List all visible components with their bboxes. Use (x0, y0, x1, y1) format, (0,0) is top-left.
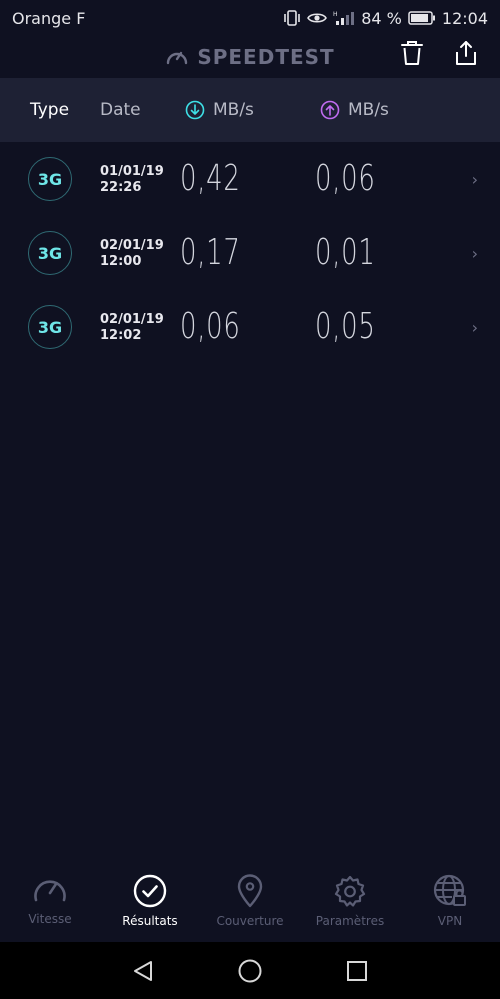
speedometer-icon (34, 880, 66, 902)
carrier-label: Orange F (12, 8, 86, 28)
network-type-badge: 3G (28, 157, 72, 201)
column-header: Type Date MB/s MB/s (0, 78, 500, 142)
results-list: 3G 01/01/19 22:26 0,42 0,06 › 3G 02/01/1… (0, 142, 500, 364)
system-nav-bar (0, 942, 500, 999)
location-pin-icon (237, 874, 263, 908)
brand-name: SPEEDTEST (197, 45, 335, 69)
result-datetime: 01/01/19 22:26 (100, 164, 164, 196)
result-date: 02/01/19 (100, 238, 164, 253)
upload-arrow-icon (320, 100, 340, 120)
column-download-label: MB/s (213, 100, 254, 120)
column-upload-label: MB/s (348, 100, 389, 120)
nav-item-vpn[interactable]: VPN (400, 862, 500, 942)
trash-icon[interactable] (400, 40, 424, 66)
column-upload[interactable]: MB/s (320, 100, 389, 120)
result-datetime: 02/01/19 12:02 (100, 312, 164, 344)
result-time: 12:02 (100, 328, 142, 343)
battery-icon (408, 11, 435, 25)
nav-label: Couverture (216, 914, 284, 928)
chevron-right-icon: › (471, 170, 478, 189)
download-speed: 0,42 (180, 158, 241, 199)
speedometer-icon (167, 51, 188, 65)
check-circle-icon (133, 874, 167, 908)
status-icons: H 84 % 12:04 (283, 9, 488, 28)
download-speed: 0,06 (180, 306, 241, 347)
signal-icon: H (333, 11, 355, 25)
nav-label: Paramètres (315, 914, 385, 928)
nav-item-couverture[interactable]: Couverture (200, 862, 300, 942)
clock: 12:04 (441, 8, 488, 28)
chevron-right-icon: › (471, 244, 478, 263)
recents-icon[interactable] (345, 959, 369, 983)
result-datetime: 02/01/19 12:00 (100, 238, 164, 270)
brand-logo: SPEEDTEST (165, 45, 334, 69)
nav-item-resultats[interactable]: Résultats (100, 862, 200, 942)
home-icon[interactable] (237, 958, 263, 984)
column-type[interactable]: Type (30, 100, 69, 120)
nav-item-vitesse[interactable]: Vitesse (0, 862, 100, 942)
nav-item-parametres[interactable]: Paramètres (300, 862, 400, 942)
column-date[interactable]: Date (100, 100, 141, 120)
result-row[interactable]: 3G 02/01/19 12:02 0,06 0,05 › (0, 290, 500, 364)
svg-text:H: H (333, 11, 338, 18)
chevron-right-icon: › (471, 318, 478, 337)
network-type-badge: 3G (28, 305, 72, 349)
column-download[interactable]: MB/s (185, 100, 254, 120)
gear-icon (334, 875, 366, 907)
result-date: 01/01/19 (100, 164, 164, 179)
status-bar: Orange F H 84 % 12:04 (0, 0, 500, 36)
upload-speed: 0,05 (315, 306, 376, 347)
eye-icon (307, 13, 328, 23)
app-header: SPEEDTEST (0, 36, 500, 78)
back-icon[interactable] (131, 959, 155, 983)
share-icon[interactable] (454, 40, 478, 66)
result-time: 12:00 (100, 254, 142, 269)
nav-label: VPN (437, 914, 463, 928)
nav-label: Vitesse (28, 912, 72, 926)
result-row[interactable]: 3G 01/01/19 22:26 0,42 0,06 › (0, 142, 500, 216)
bottom-nav: Vitesse Résultats Couverture Paramètres … (0, 862, 500, 942)
upload-speed: 0,01 (315, 232, 376, 273)
result-row[interactable]: 3G 02/01/19 12:00 0,17 0,01 › (0, 216, 500, 290)
result-date: 02/01/19 (100, 312, 164, 327)
download-speed: 0,17 (180, 232, 241, 273)
battery-percent: 84 % (361, 8, 402, 28)
vibrate-icon (284, 10, 301, 26)
network-type-badge: 3G (28, 231, 72, 275)
nav-label: Résultats (122, 914, 178, 928)
upload-speed: 0,06 (315, 158, 376, 199)
globe-lock-icon (433, 874, 466, 906)
header-actions (400, 40, 478, 66)
download-arrow-icon (185, 100, 205, 120)
result-time: 22:26 (100, 180, 142, 195)
